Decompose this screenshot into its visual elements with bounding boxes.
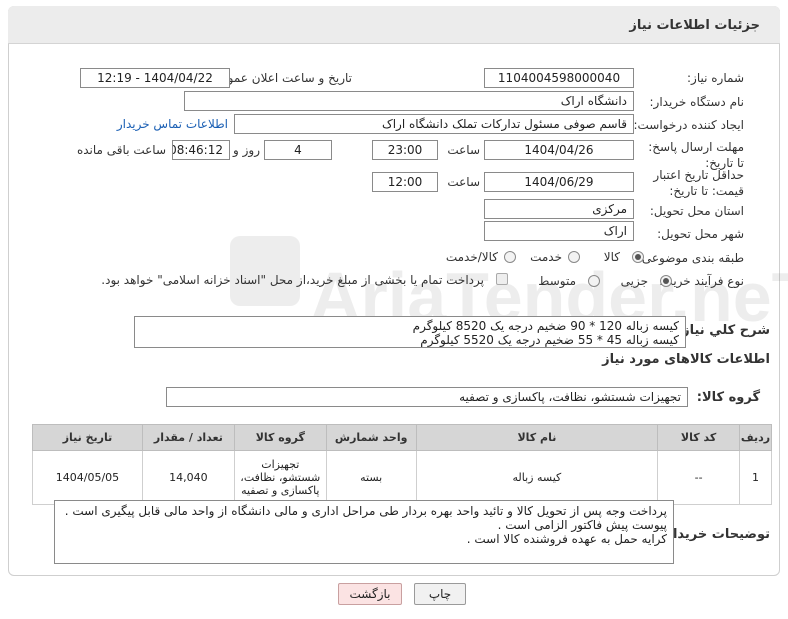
goods-group-field: تجهیزات شستشو، نظافت، پاکسازی و تصفیه bbox=[166, 387, 688, 407]
goods-info-title: اطلاعات کالاهای مورد نیاز bbox=[602, 352, 770, 367]
remaining-label: ساعت باقی مانده bbox=[76, 143, 166, 157]
reply-time-label: ساعت bbox=[447, 143, 480, 157]
page-title: جزئیات اطلاعات نیاز bbox=[629, 18, 760, 33]
category-radio-goods[interactable] bbox=[632, 251, 644, 263]
col-header-unit: واحد شمارش bbox=[325, 424, 417, 451]
buyer-org-field: دانشگاه اراک bbox=[184, 91, 634, 111]
process-radio-medium[interactable] bbox=[588, 275, 600, 287]
treasury-note: پرداخت تمام یا بخشی از مبلغ خرید،از محل … bbox=[101, 273, 484, 287]
goods-group-label: گروه کالا: bbox=[696, 390, 760, 405]
buyer-notes-label: توضیحات خریدار: bbox=[660, 527, 770, 542]
remaining-time-field: 08:46:12 bbox=[172, 140, 230, 160]
need-number-label: شماره نیاز: bbox=[687, 71, 744, 85]
creator-field: قاسم صوفی مسئول تدارکات تملک دانشگاه ارا… bbox=[234, 114, 634, 134]
validity-time-label: ساعت bbox=[447, 175, 480, 189]
col-header-code: کد کالا bbox=[657, 424, 741, 451]
col-header-quantity: تعداد / مقدار bbox=[141, 424, 235, 451]
category-option-goods-service: کالا/خدمت bbox=[445, 250, 498, 264]
panel-header: جزئیات اطلاعات نیاز bbox=[8, 6, 780, 44]
col-header-group: گروه کالا bbox=[233, 424, 327, 451]
treasury-checkbox[interactable] bbox=[496, 273, 508, 285]
creator-label: ایجاد کننده درخواست: bbox=[633, 118, 744, 132]
category-option-service: خدمت bbox=[530, 250, 562, 264]
category-radio-service[interactable] bbox=[568, 251, 580, 263]
validity-label: حداقل تاریخ اعتبار قیمت: تا تاریخ: bbox=[653, 168, 744, 198]
col-header-need-date: تاریخ نیاز bbox=[32, 424, 143, 451]
cell-group: تجهیزات شستشو، نظافت، پاکسازی و تصفیه bbox=[233, 450, 327, 505]
city-label: شهر محل تحویل: bbox=[657, 227, 744, 241]
cell-need-date: 1404/05/05 bbox=[32, 450, 143, 505]
table-header-row: ردیف کد کالا نام کالا واحد شمارش گروه کا… bbox=[32, 424, 772, 451]
buyer-notes-field[interactable]: پرداخت وجه پس از تحویل کالا و تائید واحد… bbox=[54, 500, 674, 564]
city-field: اراک bbox=[484, 221, 634, 241]
process-radio-minor[interactable] bbox=[660, 275, 672, 287]
general-desc-label: شرح کلي نياز: bbox=[676, 323, 770, 338]
buyer-contact-link[interactable]: اطلاعات تماس خریدار bbox=[117, 117, 228, 131]
province-field: مرکزی bbox=[484, 199, 634, 219]
category-radio-goods-service[interactable] bbox=[504, 251, 516, 263]
days-field: 4 bbox=[264, 140, 332, 160]
validity-time-field: 12:00 bbox=[372, 172, 438, 192]
table-row: 1 -- کیسه زباله بسته تجهیزات شستشو، نظاف… bbox=[32, 450, 772, 505]
cell-quantity: 14,040 bbox=[141, 450, 235, 505]
validity-date-field: 1404/06/29 bbox=[484, 172, 634, 192]
cell-unit: بسته bbox=[325, 450, 417, 505]
back-button[interactable]: بازگشت bbox=[338, 583, 402, 605]
cell-code: -- bbox=[657, 450, 741, 505]
cell-name: کیسه زباله bbox=[415, 450, 659, 505]
days-label: روز و bbox=[233, 143, 260, 157]
province-label: استان محل تحویل: bbox=[649, 204, 744, 218]
reply-date-field: 1404/04/26 bbox=[484, 140, 634, 160]
announce-field: 1404/04/22 - 12:19 bbox=[80, 68, 230, 88]
col-header-name: نام کالا bbox=[415, 424, 659, 451]
need-number-field: 1104004598000040 bbox=[484, 68, 634, 88]
category-label: طبقه بندی موضوعی: bbox=[637, 251, 744, 265]
process-option-medium: متوسط bbox=[538, 274, 576, 288]
col-header-row-num: ردیف bbox=[739, 424, 772, 451]
reply-time-field: 23:00 bbox=[372, 140, 438, 160]
general-desc-field[interactable]: کیسه زباله 120 * 90 ضخیم درجه یک 8520 کی… bbox=[134, 316, 686, 348]
print-button[interactable]: چاپ bbox=[414, 583, 466, 605]
items-table: ردیف کد کالا نام کالا واحد شمارش گروه کا… bbox=[32, 424, 772, 505]
buyer-org-label: نام دستگاه خریدار: bbox=[649, 95, 745, 109]
process-option-minor: جزیی bbox=[620, 274, 648, 288]
category-option-goods: کالا bbox=[603, 250, 620, 264]
cell-row-num: 1 bbox=[739, 450, 772, 505]
